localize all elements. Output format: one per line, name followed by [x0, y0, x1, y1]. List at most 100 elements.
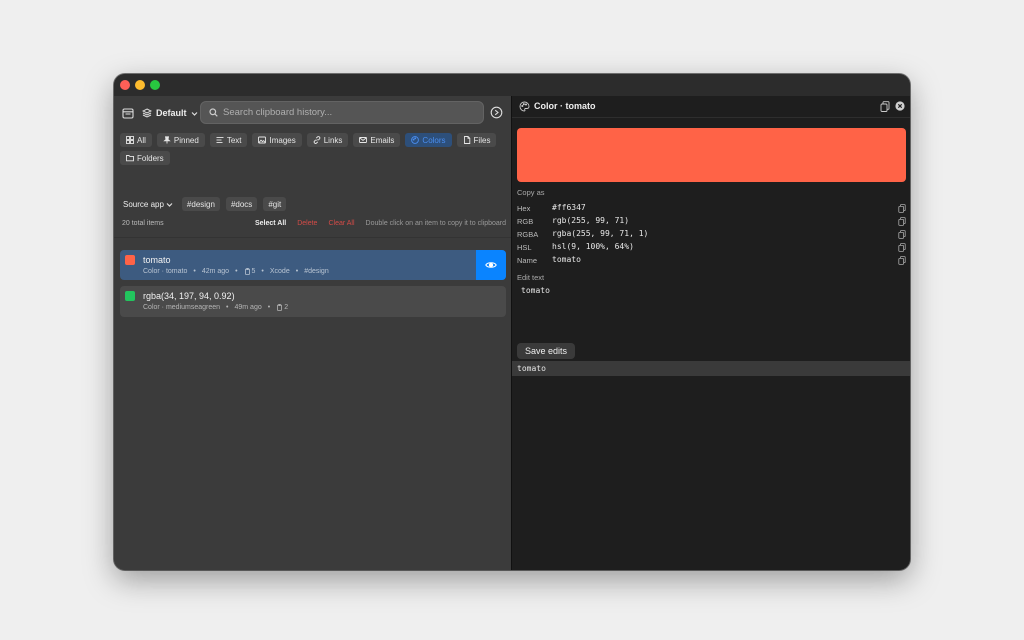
filter-emails[interactable]: Emails [353, 133, 401, 147]
item-title: tomato [143, 255, 171, 265]
preview-button[interactable] [476, 250, 506, 280]
minimize-window-button[interactable] [135, 80, 145, 90]
divider [114, 237, 511, 238]
filter-label: Colors [422, 135, 446, 145]
history-pane: Default All Pinned Text Images Links Emails Co… [114, 96, 511, 570]
history-item-tomato[interactable]: tomato Color · tomato • 42m ago • 5 • Xc… [120, 250, 506, 280]
file-icon [463, 136, 470, 144]
detail-pane: Color · tomato Copy as Hex #ff6347 RGB r… [511, 96, 910, 570]
text-icon [216, 137, 224, 143]
select-all-button[interactable]: Select All [255, 220, 286, 227]
copy-icon[interactable] [898, 217, 906, 226]
format-row-rgba: RGBA rgba(255, 99, 71, 1) [517, 229, 906, 241]
chevron-down-icon [166, 202, 173, 207]
format-value: tomato [552, 255, 581, 264]
tag-filter-docs[interactable]: #docs [225, 197, 258, 211]
item-meta: Color · mediumseagreen • 49m ago • 2 [143, 304, 289, 311]
source-app-dropdown[interactable]: Source app [120, 197, 176, 211]
search-icon [209, 108, 218, 117]
eye-icon [485, 262, 497, 268]
clear-all-button[interactable]: Clear All [328, 220, 354, 227]
close-window-button[interactable] [120, 80, 130, 90]
item-tag: #design [304, 268, 329, 275]
raw-content-bar: tomato [512, 361, 910, 376]
format-value: rgba(255, 99, 71, 1) [552, 229, 649, 238]
filter-colors[interactable]: Colors [405, 133, 452, 147]
copy-icon[interactable] [898, 204, 906, 213]
filter-links[interactable]: Links [306, 133, 349, 147]
source-app-label: Source app [123, 199, 164, 209]
item-title: rgba(34, 197, 94, 0.92) [143, 291, 235, 301]
chevron-down-icon [191, 111, 197, 116]
usage-hint: Double click on an item to copy it to cl… [365, 220, 506, 227]
profile-label: Default [156, 108, 187, 118]
filter-chips: All Pinned Text Images Links Emails Colors File… [120, 133, 506, 165]
format-value: rgb(255, 99, 71) [552, 216, 630, 225]
copy-count: 2 [284, 304, 289, 311]
detail-header: Color · tomato [512, 96, 910, 118]
mail-icon [359, 137, 368, 143]
app-window: Default All Pinned Text Images Links Emails Co… [114, 74, 910, 570]
filter-images[interactable]: Images [252, 133, 302, 147]
calendar-icon[interactable] [122, 107, 134, 119]
edit-text-area[interactable]: tomato [517, 284, 906, 336]
palette-icon [519, 101, 530, 112]
copy-icon[interactable] [898, 243, 906, 252]
folder-icon [126, 155, 134, 162]
format-row-hex: Hex #ff6347 [517, 203, 906, 215]
filter-files[interactable]: Files [456, 133, 497, 147]
search-box[interactable] [200, 101, 484, 124]
tag-row: Source app #design #docs #git [120, 197, 287, 211]
color-swatch [125, 291, 135, 301]
format-label: Hex [517, 204, 531, 213]
image-icon [258, 136, 267, 144]
history-toolbar: Default [114, 96, 511, 132]
item-kind: Color · tomato [143, 268, 188, 275]
item-kind: Color · mediumseagreen [143, 304, 221, 311]
color-preview [517, 128, 906, 182]
profile-selector[interactable]: Default [142, 104, 198, 122]
copy-as-label: Copy as [517, 188, 545, 197]
format-label: RGB [517, 217, 534, 226]
delete-button[interactable]: Delete [297, 220, 317, 227]
history-item-rgba[interactable]: rgba(34, 197, 94, 0.92) Color · mediumse… [120, 286, 506, 317]
pin-icon [163, 136, 171, 144]
close-icon[interactable] [895, 101, 905, 111]
detail-title: Color · tomato [534, 101, 596, 111]
filter-label: Text [226, 135, 242, 145]
search-input[interactable] [223, 107, 463, 118]
copy-icon[interactable] [898, 256, 906, 265]
filter-text[interactable]: Text [209, 133, 248, 147]
filter-folders[interactable]: Folders [120, 151, 170, 165]
raw-content: tomato [517, 364, 546, 373]
filter-label: All [137, 135, 146, 145]
save-edits-button[interactable]: Save edits [517, 343, 576, 359]
tag-filter-git[interactable]: #git [263, 197, 287, 211]
title-bar [114, 74, 910, 96]
filter-label: Folders [137, 153, 164, 163]
format-label: RGBA [517, 230, 539, 239]
format-row-name: Name tomato [517, 255, 906, 267]
format-label: HSL [517, 243, 532, 252]
filter-label: Links [323, 135, 343, 145]
filter-label: Images [269, 135, 296, 145]
filter-label: Pinned [173, 135, 199, 145]
stack-icon [142, 108, 152, 118]
copy-icon[interactable] [880, 101, 890, 112]
grid-icon [126, 136, 134, 144]
item-source-app: Xcode [269, 268, 290, 275]
copy-icon[interactable] [898, 230, 906, 239]
format-row-rgb: RGB rgb(255, 99, 71) [517, 216, 906, 228]
total-items-count: 20 total items [122, 220, 164, 227]
tag-filter-design[interactable]: #design [181, 197, 220, 211]
filter-pinned[interactable]: Pinned [156, 133, 205, 147]
palette-icon [411, 136, 420, 144]
clock-arrow-icon[interactable] [490, 106, 503, 119]
filter-all[interactable]: All [120, 133, 152, 147]
link-icon [313, 136, 320, 144]
zoom-window-button[interactable] [150, 80, 160, 90]
item-meta: Color · tomato • 42m ago • 5 • Xcode • #… [143, 268, 329, 275]
edit-text-label: Edit text [517, 273, 545, 282]
copy-count: 5 [251, 268, 256, 275]
item-age: 42m ago [201, 268, 230, 275]
